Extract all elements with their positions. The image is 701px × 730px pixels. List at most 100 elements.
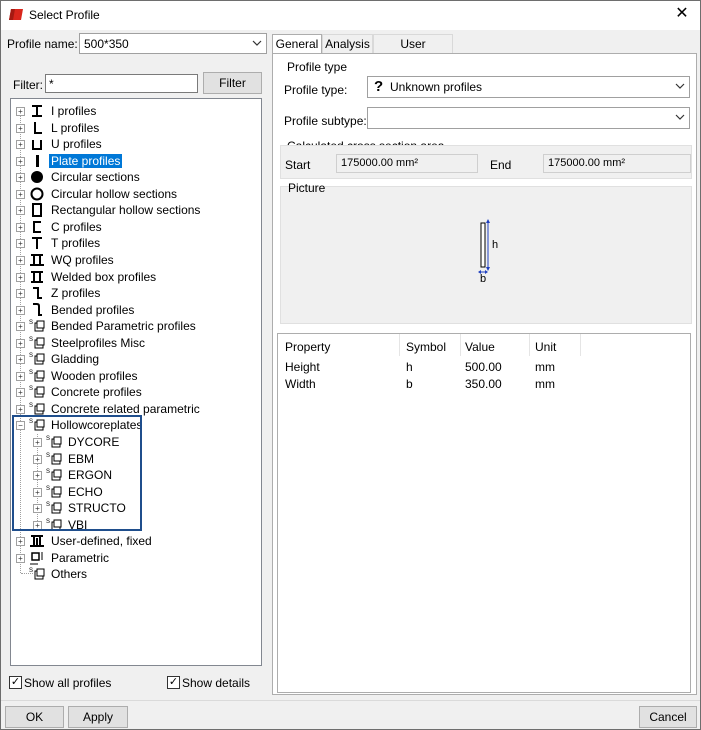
expand-icon[interactable]: + [16, 239, 25, 249]
tree-item[interactable]: + L profiles [16, 120, 256, 136]
expand-icon[interactable]: + [16, 371, 25, 381]
tree-item[interactable]: + I profiles [16, 103, 256, 119]
expand-icon[interactable]: + [16, 107, 25, 116]
question-mark-icon: ? [374, 78, 384, 95]
cell-property: Width [285, 377, 316, 391]
profile-tree[interactable]: + I profiles + L profiles + U profiles + Plate … [10, 98, 262, 666]
tab-analysis[interactable]: Analysis [322, 34, 373, 54]
tree-item[interactable]: + S Concrete profiles [16, 384, 256, 400]
cell-symbol: b [406, 377, 413, 391]
z-profile-icon [33, 287, 42, 300]
show-details-label: Show details [182, 676, 251, 690]
svg-text:S: S [29, 320, 33, 326]
expand-icon[interactable]: + [16, 123, 25, 133]
show-all-profiles-checkbox[interactable]: ✓ [9, 676, 22, 689]
expand-icon[interactable]: + [16, 173, 25, 183]
ok-button[interactable]: OK [5, 706, 64, 728]
tree-item-label: Bended profiles [51, 302, 135, 317]
cancel-button[interactable]: Cancel [639, 706, 697, 728]
expand-icon[interactable]: + [16, 222, 25, 232]
dimension-h-label: h [492, 239, 499, 251]
tree-item-label: Circular sections [51, 170, 140, 185]
expand-icon[interactable]: + [16, 289, 25, 299]
tree-item-label: Bended Parametric profiles [51, 319, 196, 334]
profile-subtype-combobox[interactable] [367, 107, 690, 129]
column-separator [580, 334, 581, 356]
parametric-profile-icon: S [29, 320, 45, 332]
tree-item[interactable]: + Plate profiles [16, 153, 256, 169]
parametric-icon [30, 551, 43, 565]
profile-type-label: Profile type: [284, 83, 348, 97]
tab-user-attributes[interactable]: User attributes [373, 34, 453, 69]
header-unit: Unit [535, 340, 557, 354]
tree-item[interactable]: + Welded box profiles [16, 269, 256, 285]
tree-item[interactable]: + WQ profiles [16, 252, 256, 268]
expand-icon[interactable]: + [16, 272, 25, 282]
filter-input[interactable]: * [45, 74, 198, 93]
column-separator [460, 334, 461, 356]
tree-item[interactable]: + S Steelprofiles Misc [16, 335, 256, 351]
expand-icon[interactable]: + [16, 305, 25, 315]
expand-icon[interactable]: + [16, 255, 25, 265]
cell-unit: mm [535, 377, 555, 391]
hollowcoreplates-highlight [12, 415, 142, 531]
tree-item[interactable]: + Z profiles [16, 285, 256, 301]
close-icon[interactable]: ✕ [672, 4, 692, 24]
tree-item-label: Steelprofiles Misc [51, 335, 146, 350]
expand-icon[interactable]: + [16, 553, 25, 563]
tree-item-label: Circular hollow sections [51, 186, 178, 201]
expand-icon[interactable]: + [16, 355, 25, 365]
footer-divider [1, 700, 700, 701]
expand-icon[interactable]: + [16, 189, 25, 199]
start-area-value: 175000.00 mm² [341, 157, 419, 169]
dimension-b-label: b [480, 273, 487, 285]
properties-table[interactable]: Property Symbol Value Unit Height h 500.… [277, 333, 691, 693]
filter-button[interactable]: Filter [203, 72, 262, 94]
app-icon [9, 9, 23, 20]
tree-item-label: Concrete related parametric [51, 401, 200, 416]
profile-name-combobox[interactable]: 500*350 [79, 33, 267, 54]
tree-item[interactable]: + Rectangular hollow sections [16, 202, 256, 218]
profile-type-combobox[interactable]: ? Unknown profiles [367, 76, 690, 98]
user-defined-icon [30, 535, 44, 548]
tree-item[interactable]: + T profiles [16, 235, 256, 251]
plate-profile-icon [36, 154, 39, 167]
tree-item[interactable]: + Bended profiles [16, 302, 256, 318]
expand-icon[interactable]: + [16, 156, 25, 166]
tree-item[interactable]: + Parametric [16, 550, 256, 566]
svg-text:S: S [29, 337, 33, 343]
tree-item[interactable]: + S Wooden profiles [16, 368, 256, 384]
general-tab-panel: Profile type Profile type: ? Unknown pro… [272, 53, 697, 695]
tree-item[interactable]: S Others [16, 566, 256, 582]
cross-section-group: Start 175000.00 mm² End 175000.00 mm² [280, 145, 692, 179]
expand-icon[interactable]: + [16, 206, 25, 216]
apply-button[interactable]: Apply [68, 706, 128, 728]
svg-text:S: S [29, 353, 33, 359]
tree-item[interactable]: + Circular hollow sections [16, 186, 256, 202]
tree-item-label: L profiles [51, 120, 100, 135]
expand-icon[interactable]: + [16, 338, 25, 348]
parametric-profile-icon: S [29, 370, 45, 382]
tree-item[interactable]: + User-defined, fixed [16, 533, 256, 549]
expand-icon[interactable]: + [16, 140, 25, 150]
tree-item[interactable]: + U profiles [16, 136, 256, 152]
rect-hollow-icon [32, 203, 42, 218]
tree-item[interactable]: + Circular sections [16, 169, 256, 185]
svg-text:S: S [29, 403, 33, 409]
tree-item[interactable]: + S Gladding [16, 351, 256, 367]
tree-item-label: User-defined, fixed [51, 534, 152, 549]
select-profile-dialog: Select Profile ✕ Profile name: 500*350 F… [0, 0, 701, 730]
show-details-checkbox[interactable]: ✓ [167, 676, 180, 689]
expand-icon[interactable]: + [16, 404, 25, 414]
profile-subtype-label: Profile subtype: [284, 114, 367, 128]
header-property: Property [285, 340, 331, 354]
expand-icon[interactable]: + [16, 388, 25, 398]
expand-icon[interactable]: + [16, 537, 25, 547]
svg-text:S: S [29, 568, 33, 574]
picture-group-title: Picture [288, 181, 326, 195]
circle-hollow-icon [30, 187, 44, 201]
expand-icon[interactable]: + [16, 322, 25, 332]
tree-item[interactable]: + C profiles [16, 219, 256, 235]
tree-item[interactable]: + S Bended Parametric profiles [16, 318, 256, 334]
tab-general[interactable]: General [272, 34, 322, 55]
